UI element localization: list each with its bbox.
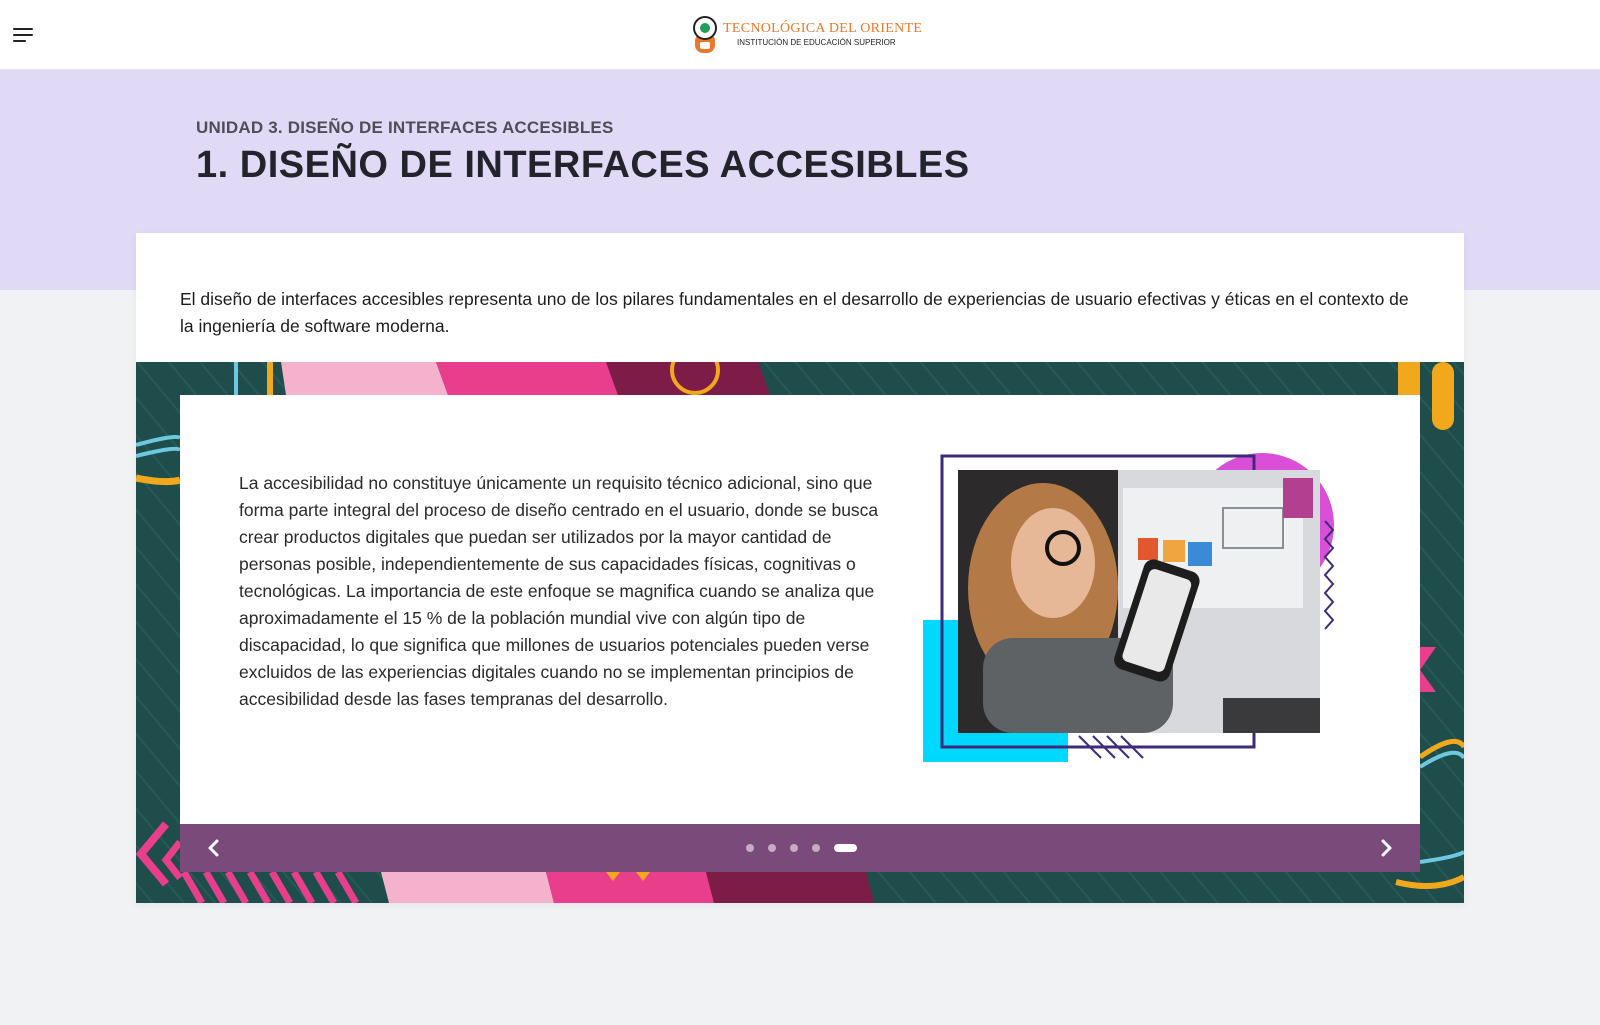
content-card: El diseño de interfaces accesibles repre…	[136, 233, 1464, 903]
page-title: 1. DISEÑO DE INTERFACES ACCESIBLES	[196, 144, 970, 186]
logo-icon	[693, 16, 717, 53]
logo-subtitle: INSTITUCIÓN DE EDUCACIÓN SUPERIOR	[737, 38, 896, 47]
top-bar: TECNOLÓGICA DEL ORIENTE INSTITUCIÓN DE E…	[0, 0, 1600, 70]
carousel-slide: La accesibilidad no constituye únicament…	[180, 395, 1420, 824]
slide-paragraph: La accesibilidad no constituye únicament…	[239, 473, 879, 709]
carousel-dot-1[interactable]	[746, 844, 754, 852]
carousel-dot-3[interactable]	[790, 844, 798, 852]
logo-name: TECNOLÓGICA DEL ORIENTE	[723, 21, 923, 36]
slide-illustration	[923, 453, 1335, 762]
carousel-dot-4[interactable]	[812, 844, 820, 852]
unit-label: UNIDAD 3. DISEÑO DE INTERFACES ACCESIBLE…	[196, 118, 614, 137]
photo-woman-using-phone	[958, 470, 1320, 733]
institution-logo[interactable]: TECNOLÓGICA DEL ORIENTE INSTITUCIÓN DE E…	[692, 15, 922, 55]
carousel-pagination	[746, 844, 857, 852]
chevron-left-icon[interactable]	[202, 836, 226, 860]
carousel-dot-5[interactable]	[834, 844, 857, 852]
carousel-dot-2[interactable]	[768, 844, 776, 852]
hamburger-menu-icon[interactable]	[13, 26, 35, 44]
intro-paragraph: El diseño de interfaces accesibles repre…	[180, 289, 1409, 336]
chevron-right-icon[interactable]	[1374, 836, 1398, 860]
carousel-nav-bar	[180, 824, 1420, 872]
carousel: La accesibilidad no constituye únicament…	[136, 362, 1464, 903]
